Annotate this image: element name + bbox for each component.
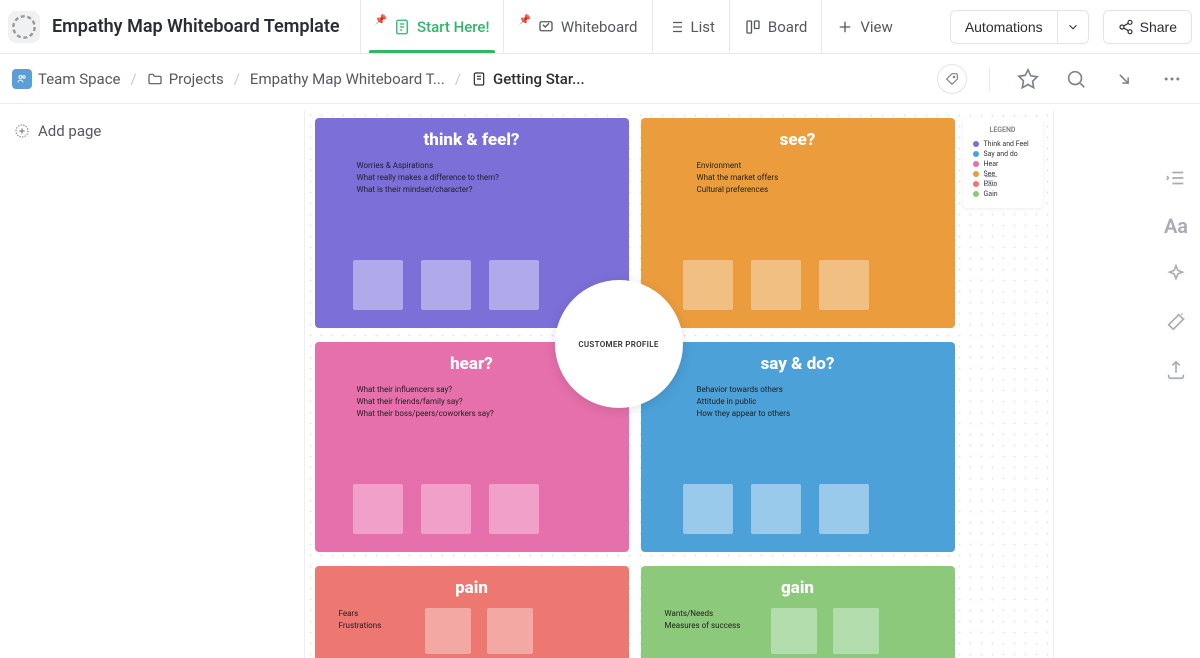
sticky-note[interactable]: [771, 608, 817, 654]
legend-item: Say and do: [973, 150, 1037, 158]
whiteboard-canvas[interactable]: LEGEND Think and FeelSay and doHearSeePa…: [304, 110, 1054, 658]
legend-item: Think and Feel: [973, 140, 1037, 148]
breadcrumb-bar: Team Space / Projects / Empathy Map Whit…: [0, 54, 1200, 104]
sticky-note[interactable]: [489, 260, 539, 310]
quadrant-see[interactable]: see? EnvironmentWhat the market offersCu…: [641, 118, 955, 328]
sparkle-tool[interactable]: [1162, 260, 1190, 288]
breadcrumb-projects[interactable]: Projects: [147, 70, 224, 88]
tab-start-here[interactable]: 📌 Start Here!: [360, 0, 504, 53]
quadrant-pain[interactable]: pain FearsFrustrations: [315, 566, 629, 658]
pin-icon: 📌: [375, 15, 387, 26]
sticky-note[interactable]: [489, 484, 539, 534]
tab-label: View: [860, 18, 892, 36]
quadrant-prompts: EnvironmentWhat the market offersCultura…: [697, 160, 941, 196]
sticky-note[interactable]: [353, 260, 403, 310]
legend-item: Hear: [973, 160, 1037, 168]
breadcrumb-team-space[interactable]: Team Space: [38, 70, 121, 88]
quadrant-title: think & feel?: [329, 130, 615, 150]
tab-label: Board: [768, 18, 807, 36]
sticky-note[interactable]: [751, 484, 801, 534]
quadrant-title: see?: [655, 130, 941, 150]
sticky-note[interactable]: [751, 260, 801, 310]
breadcrumb-separator: /: [131, 70, 137, 88]
more-menu-button[interactable]: [1156, 63, 1188, 95]
breadcrumb-template[interactable]: Empathy Map Whiteboard T...: [250, 70, 445, 88]
tab-board[interactable]: Board: [729, 0, 821, 53]
export-tool[interactable]: [1162, 356, 1190, 384]
quadrant-title: say & do?: [655, 354, 941, 374]
page-sidebar: Add page: [0, 104, 205, 658]
view-tabs: 📌 Start Here! 📌 Whiteboard List Board Vi…: [360, 0, 907, 53]
quadrant-say-do[interactable]: say & do? Behavior towards othersAttitud…: [641, 342, 955, 552]
legend-title: LEGEND: [969, 126, 1037, 134]
sticky-note[interactable]: [487, 608, 533, 654]
text-tool[interactable]: Aa: [1162, 212, 1190, 240]
quadrant-title: pain: [329, 578, 615, 598]
sticky-note[interactable]: [819, 484, 869, 534]
tab-add-view[interactable]: View: [821, 0, 906, 53]
breadcrumb-separator: /: [234, 70, 240, 88]
automations-dropdown[interactable]: [1057, 10, 1089, 44]
share-button[interactable]: Share: [1103, 10, 1192, 44]
right-toolbar: Aa: [1152, 104, 1200, 658]
legend-panel: LEGEND Think and FeelSay and doHearSeePa…: [963, 118, 1043, 208]
quadrant-title: gain: [655, 578, 941, 598]
sticky-note[interactable]: [833, 608, 879, 654]
tab-list[interactable]: List: [652, 0, 729, 53]
app-icon: [8, 11, 40, 43]
sticky-note[interactable]: [421, 260, 471, 310]
sticky-note[interactable]: [353, 484, 403, 534]
quadrant-gain[interactable]: gain Wants/NeedsMeasures of success: [641, 566, 955, 658]
quadrant-prompts: Worries & AspirationsWhat really makes a…: [357, 160, 615, 196]
sticky-note[interactable]: [683, 484, 733, 534]
star-button[interactable]: [1012, 63, 1044, 95]
tab-label: Whiteboard: [561, 18, 638, 36]
tag-button[interactable]: [937, 64, 967, 94]
tab-label: Start Here!: [417, 18, 489, 36]
search-button[interactable]: [1060, 63, 1092, 95]
collapse-button[interactable]: [1108, 63, 1140, 95]
sticky-note[interactable]: [425, 608, 471, 654]
breadcrumb-separator: /: [455, 70, 461, 88]
indent-tool[interactable]: [1162, 164, 1190, 192]
breadcrumb-current[interactable]: Getting Star...: [471, 70, 585, 88]
sticky-note[interactable]: [421, 484, 471, 534]
customer-profile-circle[interactable]: CUSTOMER PROFILE: [555, 280, 683, 408]
pin-icon: 📌: [518, 15, 530, 26]
sticky-note[interactable]: [683, 260, 733, 310]
add-page-button[interactable]: Add page: [14, 122, 191, 140]
align-tool[interactable]: [982, 172, 1000, 194]
tab-label: List: [691, 18, 715, 36]
tab-whiteboard[interactable]: 📌 Whiteboard: [503, 0, 651, 53]
document-title[interactable]: Empathy Map Whiteboard Template: [52, 16, 340, 37]
header-bar: Empathy Map Whiteboard Template 📌 Start …: [0, 0, 1200, 54]
team-space-icon: [12, 69, 32, 89]
magic-wand-tool[interactable]: [1162, 308, 1190, 336]
automations-button[interactable]: Automations: [950, 10, 1057, 44]
sticky-note[interactable]: [819, 260, 869, 310]
quadrant-prompts: Behavior towards othersAttitude in publi…: [697, 384, 941, 420]
